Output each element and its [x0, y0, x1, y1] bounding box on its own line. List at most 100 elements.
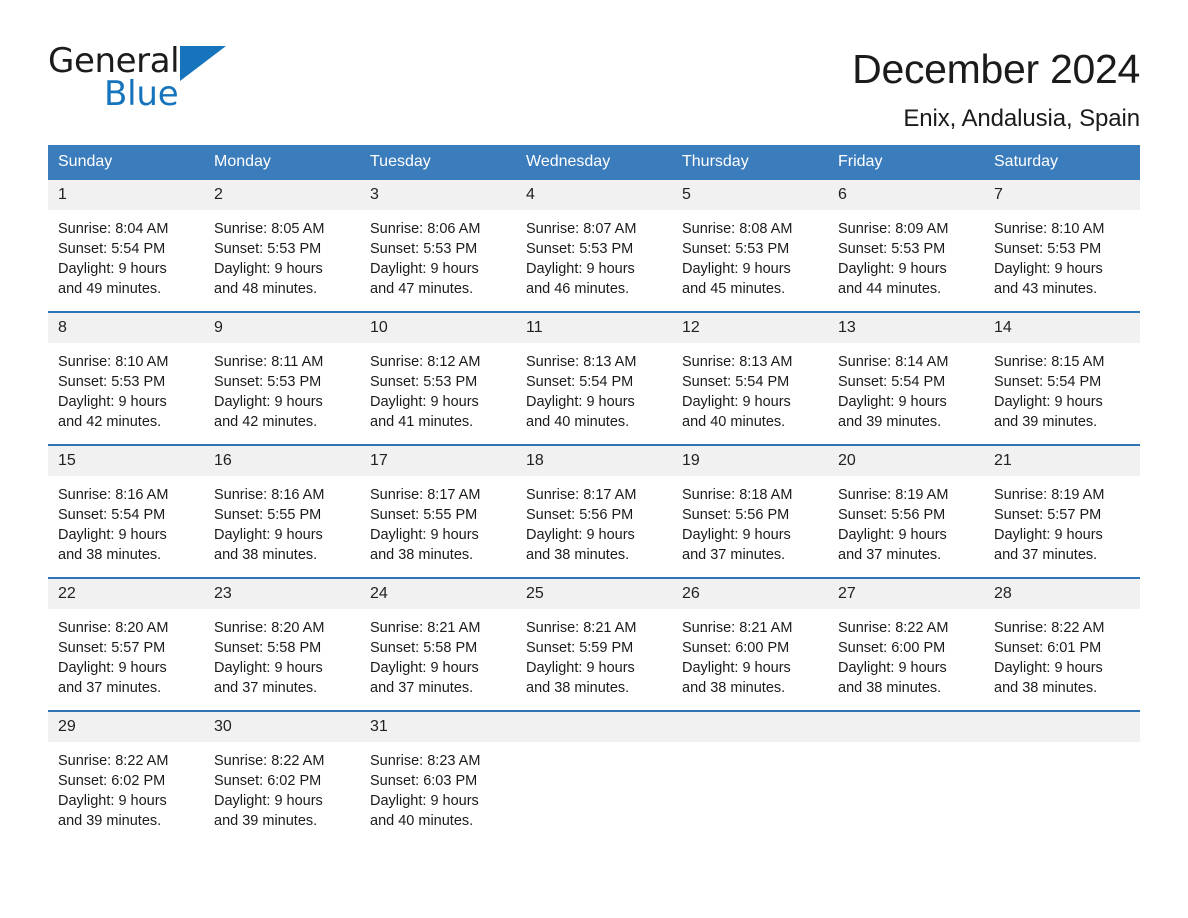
- daylight-text-line2: and 37 minutes.: [370, 680, 474, 696]
- day-cell[interactable]: 7 Sunrise: 8:10 AM Sunset: 5:53 PM Daylight…: [984, 180, 1140, 312]
- sunset-text: Sunset: 6:03 PM: [370, 773, 478, 789]
- day-number: 8: [48, 313, 204, 343]
- sunrise-text: Sunrise: 8:22 AM: [994, 620, 1105, 636]
- sunset-text: Sunset: 5:53 PM: [838, 241, 946, 257]
- calendar-header-row: Sunday Monday Tuesday Wednesday Thursday…: [48, 145, 1140, 180]
- day-cell[interactable]: 19 Sunrise: 8:18 AM Sunset: 5:56 PM Dayligh…: [672, 444, 828, 578]
- weekday-header-sunday: Sunday: [48, 145, 204, 180]
- sunrise-text: Sunrise: 8:20 AM: [214, 620, 325, 636]
- brand-name-general: General: [48, 41, 180, 81]
- day-number: 11: [516, 313, 672, 343]
- day-number: 30: [204, 712, 360, 742]
- day-cell[interactable]: 12 Sunrise: 8:13 AM Sunset: 5:54 PM Dayligh…: [672, 311, 828, 445]
- daylight-text-line2: and 38 minutes.: [838, 680, 942, 696]
- sunrise-text: Sunrise: 8:06 AM: [370, 221, 481, 237]
- daylight-text-line2: and 37 minutes.: [58, 680, 162, 696]
- day-cell[interactable]: 27 Sunrise: 8:22 AM Sunset: 6:00 PM Dayligh…: [828, 577, 984, 711]
- daylight-text-line2: and 46 minutes.: [526, 281, 630, 297]
- day-cell[interactable]: 5 Sunrise: 8:08 AM Sunset: 5:53 PM Daylight…: [672, 180, 828, 312]
- daylight-text-line1: Daylight: 9 hours: [838, 660, 947, 676]
- day-number: 4: [516, 180, 672, 210]
- sunset-text: Sunset: 5:54 PM: [526, 374, 634, 390]
- day-cell[interactable]: 11 Sunrise: 8:13 AM Sunset: 5:54 PM Dayligh…: [516, 311, 672, 445]
- sunrise-text: Sunrise: 8:20 AM: [58, 620, 169, 636]
- sunrise-text: Sunrise: 8:17 AM: [370, 487, 481, 503]
- day-cell[interactable]: 30 Sunrise: 8:22 AM Sunset: 6:02 PM Dayligh…: [204, 710, 360, 830]
- brand-logo[interactable]: General Blue: [48, 44, 248, 124]
- day-cell[interactable]: 24 Sunrise: 8:21 AM Sunset: 5:58 PM Dayligh…: [360, 577, 516, 711]
- sunset-text: Sunset: 6:02 PM: [214, 773, 322, 789]
- day-cell[interactable]: 21 Sunrise: 8:19 AM Sunset: 5:57 PM Dayligh…: [984, 444, 1140, 578]
- daylight-text-line2: and 38 minutes.: [370, 547, 474, 563]
- weekday-header-wednesday: Wednesday: [516, 145, 672, 180]
- sunrise-text: Sunrise: 8:22 AM: [214, 753, 325, 769]
- sunset-text: Sunset: 5:53 PM: [370, 374, 478, 390]
- day-cell[interactable]: 10 Sunrise: 8:12 AM Sunset: 5:53 PM Dayligh…: [360, 311, 516, 445]
- page-header: General Blue December 2024 Enix, Andalus…: [48, 0, 1140, 145]
- daylight-text-line2: and 40 minutes.: [370, 813, 474, 829]
- weekday-header-monday: Monday: [204, 145, 360, 180]
- day-cell[interactable]: 8 Sunrise: 8:10 AM Sunset: 5:53 PM Daylight…: [48, 311, 204, 445]
- day-number: 7: [984, 180, 1140, 210]
- day-cell-empty: [984, 710, 1140, 830]
- day-cell[interactable]: 15 Sunrise: 8:16 AM Sunset: 5:54 PM Dayligh…: [48, 444, 204, 578]
- calendar-week-row: 15 Sunrise: 8:16 AM Sunset: 5:54 PM Dayligh…: [48, 444, 1140, 578]
- daylight-text-line1: Daylight: 9 hours: [526, 394, 635, 410]
- day-cell[interactable]: 28 Sunrise: 8:22 AM Sunset: 6:01 PM Dayligh…: [984, 577, 1140, 711]
- day-cell[interactable]: 23 Sunrise: 8:20 AM Sunset: 5:58 PM Dayligh…: [204, 577, 360, 711]
- title-block: December 2024 Enix, Andalusia, Spain: [852, 44, 1140, 133]
- day-cell[interactable]: 1 Sunrise: 8:04 AM Sunset: 5:54 PM Daylight…: [48, 180, 204, 312]
- daylight-text-line2: and 43 minutes.: [994, 281, 1098, 297]
- day-cell[interactable]: 16 Sunrise: 8:16 AM Sunset: 5:55 PM Dayligh…: [204, 444, 360, 578]
- sunrise-text: Sunrise: 8:07 AM: [526, 221, 637, 237]
- daylight-text-line2: and 38 minutes.: [58, 547, 162, 563]
- weekday-header-saturday: Saturday: [984, 145, 1140, 180]
- weekday-header-friday: Friday: [828, 145, 984, 180]
- sunrise-text: Sunrise: 8:08 AM: [682, 221, 793, 237]
- day-cell[interactable]: 9 Sunrise: 8:11 AM Sunset: 5:53 PM Daylight…: [204, 311, 360, 445]
- daylight-text-line2: and 41 minutes.: [370, 414, 474, 430]
- weekday-header-thursday: Thursday: [672, 145, 828, 180]
- day-cell[interactable]: 25 Sunrise: 8:21 AM Sunset: 5:59 PM Dayligh…: [516, 577, 672, 711]
- daylight-text-line1: Daylight: 9 hours: [838, 261, 947, 277]
- day-cell[interactable]: 18 Sunrise: 8:17 AM Sunset: 5:56 PM Dayligh…: [516, 444, 672, 578]
- daylight-text-line1: Daylight: 9 hours: [994, 660, 1103, 676]
- day-cell[interactable]: 22 Sunrise: 8:20 AM Sunset: 5:57 PM Dayligh…: [48, 577, 204, 711]
- sunset-text: Sunset: 5:56 PM: [838, 507, 946, 523]
- day-cell[interactable]: 4 Sunrise: 8:07 AM Sunset: 5:53 PM Daylight…: [516, 180, 672, 312]
- day-cell[interactable]: 20 Sunrise: 8:19 AM Sunset: 5:56 PM Dayligh…: [828, 444, 984, 578]
- sunrise-text: Sunrise: 8:23 AM: [370, 753, 481, 769]
- day-cell[interactable]: 6 Sunrise: 8:09 AM Sunset: 5:53 PM Daylight…: [828, 180, 984, 312]
- day-number: 21: [984, 446, 1140, 476]
- day-cell[interactable]: 26 Sunrise: 8:21 AM Sunset: 6:00 PM Dayligh…: [672, 577, 828, 711]
- day-number: 23: [204, 579, 360, 609]
- daylight-text-line1: Daylight: 9 hours: [58, 527, 167, 543]
- sunrise-text: Sunrise: 8:04 AM: [58, 221, 169, 237]
- brand-name-blue: Blue: [104, 74, 179, 114]
- daylight-text-line2: and 40 minutes.: [682, 414, 786, 430]
- day-cell[interactable]: 14 Sunrise: 8:15 AM Sunset: 5:54 PM Dayligh…: [984, 311, 1140, 445]
- daylight-text-line1: Daylight: 9 hours: [214, 527, 323, 543]
- day-number: 1: [48, 180, 204, 210]
- day-cell[interactable]: 17 Sunrise: 8:17 AM Sunset: 5:55 PM Dayligh…: [360, 444, 516, 578]
- day-cell[interactable]: 29 Sunrise: 8:22 AM Sunset: 6:02 PM Dayligh…: [48, 710, 204, 830]
- day-cell[interactable]: 2 Sunrise: 8:05 AM Sunset: 5:53 PM Daylight…: [204, 180, 360, 312]
- sunrise-text: Sunrise: 8:21 AM: [526, 620, 637, 636]
- sunrise-text: Sunrise: 8:15 AM: [994, 354, 1105, 370]
- day-number: 12: [672, 313, 828, 343]
- sunset-text: Sunset: 6:02 PM: [58, 773, 166, 789]
- day-cell[interactable]: 31 Sunrise: 8:23 AM Sunset: 6:03 PM Dayligh…: [360, 710, 516, 830]
- daylight-text-line2: and 37 minutes.: [214, 680, 318, 696]
- sunset-text: Sunset: 5:53 PM: [214, 241, 322, 257]
- sunrise-text: Sunrise: 8:19 AM: [994, 487, 1105, 503]
- daylight-text-line1: Daylight: 9 hours: [994, 527, 1103, 543]
- day-cell[interactable]: 13 Sunrise: 8:14 AM Sunset: 5:54 PM Dayligh…: [828, 311, 984, 445]
- sunset-text: Sunset: 6:00 PM: [838, 640, 946, 656]
- sunrise-text: Sunrise: 8:16 AM: [214, 487, 325, 503]
- sunset-text: Sunset: 5:57 PM: [58, 640, 166, 656]
- day-cell[interactable]: 3 Sunrise: 8:06 AM Sunset: 5:53 PM Daylight…: [360, 180, 516, 312]
- daylight-text-line2: and 45 minutes.: [682, 281, 786, 297]
- daylight-text-line2: and 42 minutes.: [214, 414, 318, 430]
- day-number: 6: [828, 180, 984, 210]
- daylight-text-line2: and 37 minutes.: [838, 547, 942, 563]
